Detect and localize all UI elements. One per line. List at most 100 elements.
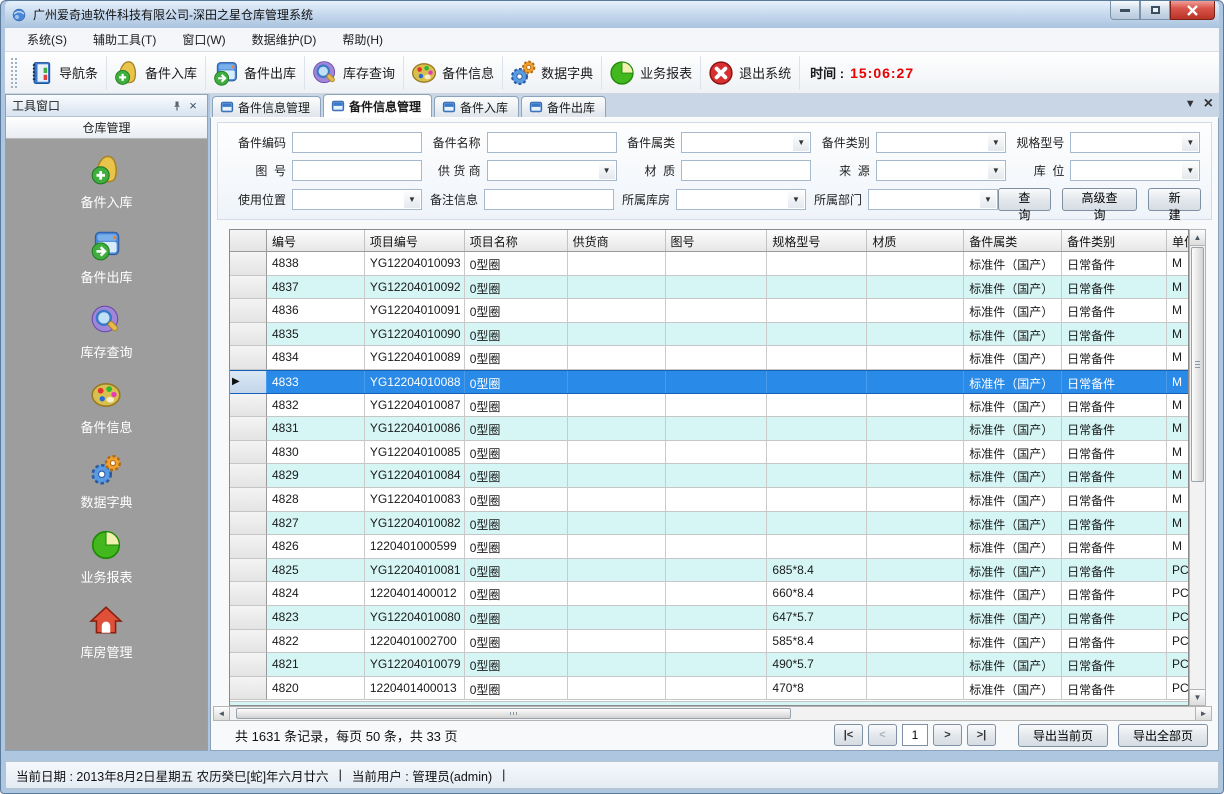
minimize-button[interactable] [1110,1,1140,20]
drawing-no-input[interactable] [292,160,422,181]
row-selector-cell[interactable]: ▶ [230,606,267,630]
close-button[interactable] [1170,1,1215,20]
table-row[interactable]: ▶ 4838 YG12204010093 0型圈 标准件（国产） [230,252,1188,276]
sidebar-item-parts-outbound[interactable]: 备件出库 [80,228,132,286]
col-header-project-no[interactable]: 项目编号 [365,230,465,251]
table-row[interactable]: ▶ 4824 1220401400012 0型圈 660*8.4 标准件（ [230,582,1188,606]
toolbar-nav-bar[interactable]: 导航条 [21,56,107,90]
page-input[interactable] [902,724,928,746]
last-page-button[interactable]: >| [967,724,996,746]
tab-parts-info-management-1[interactable]: 备件信息管理 [212,96,321,117]
use-position-combo[interactable]: ▼ [292,189,422,210]
scroll-left-icon[interactable]: ◄ [214,707,230,720]
table-row[interactable]: ▶ 4820 1220401400013 0型圈 470*8 标准件（国产 [230,677,1188,701]
scroll-right-icon[interactable]: ► [1195,707,1211,720]
row-selector-cell[interactable]: ▶ [230,299,267,323]
tab-list-icon[interactable]: ▼ [1185,97,1196,111]
table-row[interactable]: ▶ 4827 YG12204010082 0型圈 标准件（国产） [230,512,1188,536]
menu-help[interactable]: 帮助(H) [330,28,395,51]
source-combo[interactable]: ▼ [876,160,1006,181]
scroll-down-icon[interactable]: ▼ [1190,689,1205,705]
row-selector-cell[interactable]: ▶ [230,276,267,300]
table-row[interactable]: ▶ 4823 YG12204010080 0型圈 647*5.7 标准件（ [230,606,1188,630]
col-header-spec[interactable]: 规格型号 [767,230,867,251]
col-header-material[interactable]: 材质 [867,230,964,251]
table-row[interactable]: ▶ 4832 YG12204010087 0型圈 标准件（国产） [230,394,1188,418]
export-current-page-button[interactable]: 导出当前页 [1018,724,1108,747]
toolbar-parts-inbound[interactable]: 备件入库 [107,56,206,90]
next-page-button[interactable]: > [933,724,962,746]
row-selector-cell[interactable]: ▶ [230,464,267,488]
table-row[interactable]: ▶ 4830 YG12204010085 0型圈 标准件（国产） [230,441,1188,465]
query-button[interactable]: 查询 [998,188,1051,211]
row-selector-cell[interactable]: ▶ [230,441,267,465]
material-input[interactable] [681,160,811,181]
table-row[interactable]: ▶ 4834 YG12204010089 0型圈 标准件（国产） [230,346,1188,370]
row-selector-cell[interactable]: ▶ [230,512,267,536]
menu-data-maintenance[interactable]: 数据维护(D) [240,28,329,51]
table-row[interactable]: ▶ 4821 YG12204010079 0型圈 490*5.7 标准件（ [230,653,1188,677]
sidebar-item-parts-info[interactable]: 备件信息 [80,378,132,436]
first-page-button[interactable]: |< [834,724,863,746]
col-header-id[interactable]: 编号 [267,230,365,251]
col-header-type[interactable]: 备件类别 [1062,230,1167,251]
row-selector-cell[interactable]: ▶ [230,653,267,677]
part-code-input[interactable] [292,132,422,153]
table-row[interactable]: ▶ 4837 YG12204010092 0型圈 标准件（国产） [230,276,1188,300]
sidebar-item-business-report[interactable]: 业务报表 [80,528,132,586]
tab-parts-inbound[interactable]: 备件入库 [434,96,519,117]
row-selector-cell[interactable]: ▶ [230,371,267,393]
table-row[interactable]: ▶ 4822 1220401002700 0型圈 585*8.4 标准件（ [230,630,1188,654]
col-header-project-name[interactable]: 项目名称 [465,230,568,251]
menu-system[interactable]: 系统(S) [15,28,79,51]
vertical-scroll-thumb[interactable] [1191,247,1204,482]
table-row[interactable]: ▶ 4829 YG12204010084 0型圈 标准件（国产） [230,464,1188,488]
toolbar-data-dictionary[interactable]: 数据字典 [503,56,602,90]
sidebar-item-parts-inbound[interactable]: 备件入库 [80,153,132,211]
row-selector-cell[interactable]: ▶ [230,488,267,512]
sidebar-item-stock-query[interactable]: 库存查询 [80,303,132,361]
new-button[interactable]: 新建 [1148,188,1201,211]
tab-close-icon[interactable]: × [1204,97,1213,111]
table-row[interactable]: ▶ 4831 YG12204010086 0型圈 标准件（国产） [230,417,1188,441]
toolbar-parts-outbound[interactable]: 备件出库 [206,56,305,90]
toolbar-business-report[interactable]: 业务报表 [602,56,701,90]
pin-button[interactable] [169,98,185,114]
sidebar-item-data-dictionary[interactable]: 数据字典 [80,453,132,511]
bin-location-combo[interactable]: ▼ [1070,160,1200,181]
table-row[interactable]: ▶ 4828 YG12204010083 0型圈 标准件（国产） [230,488,1188,512]
supplier-combo[interactable]: ▼ [487,160,617,181]
restore-button[interactable] [1140,1,1170,20]
horizontal-scroll-thumb[interactable] [236,708,791,719]
tab-parts-outbound[interactable]: 备件出库 [521,96,606,117]
advanced-query-button[interactable]: 高级查询 [1062,188,1138,211]
warehouse-combo[interactable]: ▼ [676,189,806,210]
col-header-category[interactable]: 备件属类 [964,230,1062,251]
col-header-supplier[interactable]: 供货商 [568,230,666,251]
row-selector-cell[interactable]: ▶ [230,394,267,418]
row-selector-cell[interactable]: ▶ [230,677,267,701]
spec-model-combo[interactable]: ▼ [1070,132,1200,153]
table-row[interactable]: ▶ 4833 YG12204010088 0型圈 标准件（国产） [230,370,1188,394]
prev-page-button[interactable]: < [868,724,897,746]
col-header-drawing-no[interactable]: 图号 [666,230,768,251]
toolbar-stock-query[interactable]: 库存查询 [305,56,404,90]
horizontal-scrollbar[interactable]: ◄ ► [213,706,1212,721]
row-selector-cell[interactable]: ▶ [230,346,267,370]
table-row[interactable]: ▶ 4835 YG12204010090 0型圈 标准件（国产） [230,323,1188,347]
table-row[interactable]: ▶ 4836 YG12204010091 0型圈 标准件（国产） [230,299,1188,323]
table-row[interactable]: ▶ 4826 1220401000599 0型圈 标准件（国产） [230,535,1188,559]
row-selector-cell[interactable]: ▶ [230,417,267,441]
remark-input[interactable] [484,189,614,210]
part-category-combo[interactable]: ▼ [876,132,1006,153]
col-header-unit[interactable]: 单位 [1167,230,1188,251]
sidebar-close-button[interactable]: × [185,98,201,114]
export-all-pages-button[interactable]: 导出全部页 [1118,724,1208,747]
vertical-scrollbar[interactable]: ▲ ▼ [1189,229,1206,706]
row-selector-cell[interactable]: ▶ [230,630,267,654]
tab-parts-info-management-2[interactable]: 备件信息管理 [323,94,432,117]
department-combo[interactable]: ▼ [868,189,998,210]
table-row[interactable]: ▶ 4825 YG12204010081 0型圈 685*8.4 标准件（ [230,559,1188,583]
sidebar-item-warehouse-management[interactable]: 库房管理 [80,603,132,661]
row-selector-cell[interactable]: ▶ [230,323,267,347]
